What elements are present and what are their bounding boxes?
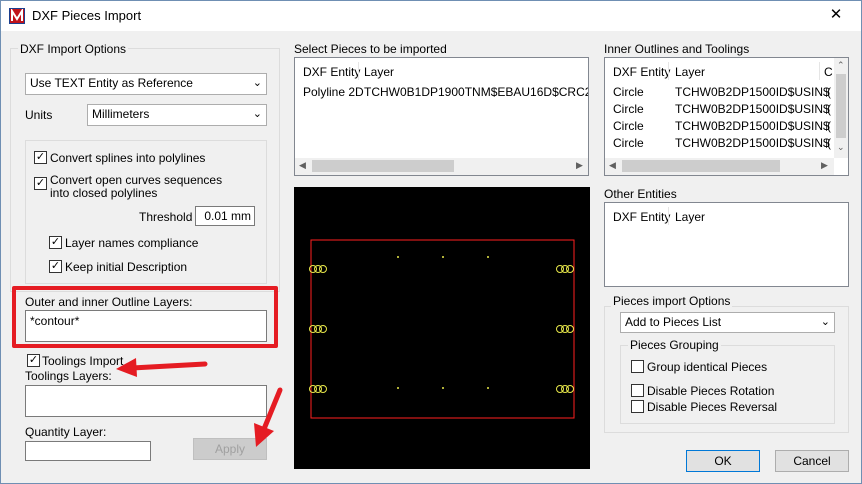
scroll-left-icon[interactable]: ◀ [299,160,306,171]
cancel-button[interactable]: Cancel [775,450,849,472]
select-pieces-list[interactable]: DXF Entity Layer Polyline 2D TCHW0B1DP19… [294,57,589,176]
units-combo[interactable]: Millimeters ⌄ [87,104,267,126]
table-cell[interactable]: TCHW0B2DP1500ID$USIN$ [675,85,830,99]
column-header-layer[interactable]: Layer [364,65,394,79]
ok-button[interactable]: OK [686,450,760,472]
toolings-layers-label: Toolings Layers: [25,369,112,383]
close-icon[interactable]: ✕ [826,6,846,26]
window-title: DXF Pieces Import [32,8,142,23]
column-divider [819,62,820,80]
quantity-layer-label: Quantity Layer: [25,425,107,439]
inner-outlines-label: Inner Outlines and Toolings [604,42,750,56]
table-cell[interactable]: ( [827,119,831,133]
layer-names-compliance-checkbox[interactable]: ✓ [49,236,62,249]
table-cell[interactable]: TCHW0B1DP1900TNM$EBAU16D$CRC2ID$( [364,85,588,99]
reference-combo[interactable]: Use TEXT Entity as Reference ⌄ [25,73,267,95]
disable-rotation-checkbox[interactable] [631,384,644,397]
scroll-thumb[interactable] [836,74,846,138]
units-combo-value: Millimeters [92,107,150,121]
group-identical-checkbox[interactable] [631,360,644,373]
table-cell[interactable]: TCHW0B2DP1500ID$USIN$ [675,136,830,150]
preview-canvas[interactable] [294,187,590,469]
table-cell[interactable]: ( [827,102,831,116]
units-label: Units [25,108,53,122]
select-pieces-label: Select Pieces to be imported [294,42,447,56]
keep-description-label: Keep initial Description [65,260,188,274]
pieces-grouping-legend: Pieces Grouping [628,338,721,352]
table-cell[interactable]: Polyline 2D [303,85,364,99]
scroll-right-icon[interactable]: ▶ [821,160,828,171]
pieces-import-options-legend: Pieces import Options [611,294,733,308]
app-icon [9,7,25,24]
layer-names-compliance-label: Layer names compliance [65,236,199,250]
highlight-box [12,286,278,348]
column-header-dxf-entity[interactable]: DXF Entity [303,65,360,79]
disable-reversal-label: Disable Pieces Reversal [647,400,778,414]
scroll-right-icon[interactable]: ▶ [576,160,583,171]
scroll-thumb[interactable] [312,160,454,172]
table-cell[interactable]: ( [827,136,831,150]
scroll-up-icon[interactable]: ⌃ [837,60,845,71]
horizontal-scrollbar[interactable]: ◀ ▶ [295,158,588,175]
convert-open-curves-label-line1: Convert open curves sequences [50,173,223,187]
keep-description-checkbox[interactable]: ✓ [49,260,62,273]
table-cell[interactable]: Circle [613,102,644,116]
other-entities-list[interactable]: DXF Entity Layer [604,202,849,287]
pieces-mode-combo-value: Add to Pieces List [625,315,722,329]
convert-splines-checkbox[interactable]: ✓ [34,151,47,164]
threshold-input[interactable]: 0.01 mm [195,206,255,226]
group-identical-label: Group identical Pieces [647,360,768,374]
other-entities-label: Other Entities [604,187,677,201]
table-cell[interactable]: Circle [613,136,644,150]
chevron-down-icon: ⌄ [820,316,830,328]
column-divider [358,62,359,80]
convert-open-curves-checkbox[interactable]: ✓ [34,177,47,190]
dxf-import-options-legend: DXF Import Options [18,42,129,56]
table-cell[interactable]: TCHW0B2DP1500ID$USIN$ [675,102,830,116]
toolings-import-checkbox[interactable]: ✓ [27,354,40,367]
convert-splines-label: Convert splines into polylines [50,151,206,165]
column-divider [668,62,669,80]
pieces-mode-combo[interactable]: Add to Pieces List ⌄ [620,312,835,333]
horizontal-scrollbar[interactable]: ◀ ▶ [605,158,834,175]
column-header-c[interactable]: C [824,65,833,79]
chevron-down-icon: ⌄ [252,77,262,89]
column-header-layer[interactable]: Layer [675,65,705,79]
arrow-to-apply-icon [254,387,283,447]
arrow-to-toolings-icon [116,358,208,377]
scroll-thumb[interactable] [622,160,780,172]
column-header-layer[interactable]: Layer [675,210,705,224]
scroll-down-icon[interactable]: ⌄ [837,142,845,153]
disable-rotation-label: Disable Pieces Rotation [647,384,775,398]
scroll-left-icon[interactable]: ◀ [609,160,616,171]
chevron-down-icon: ⌄ [252,108,262,120]
table-cell[interactable]: ( [827,85,831,99]
vertical-scrollbar[interactable]: ⌃ ⌄ [834,58,848,158]
disable-reversal-checkbox[interactable] [631,400,644,413]
inner-outlines-list[interactable]: DXF Entity Layer C Circle TCHW0B2DP1500I… [604,57,849,176]
reference-combo-value: Use TEXT Entity as Reference [30,76,193,90]
column-divider [668,207,669,225]
threshold-label: Threshold [139,210,193,224]
convert-open-curves-label-line2: into closed polylines [50,186,158,200]
table-cell[interactable]: Circle [613,119,644,133]
piece-preview [309,239,575,419]
table-cell[interactable]: TCHW0B2DP1500ID$USIN$ [675,119,830,133]
column-header-dxf-entity[interactable]: DXF Entity [613,210,670,224]
table-cell[interactable]: Circle [613,85,644,99]
quantity-layer-input[interactable] [25,441,151,461]
toolings-layers-input[interactable] [25,385,267,417]
column-header-dxf-entity[interactable]: DXF Entity [613,65,670,79]
